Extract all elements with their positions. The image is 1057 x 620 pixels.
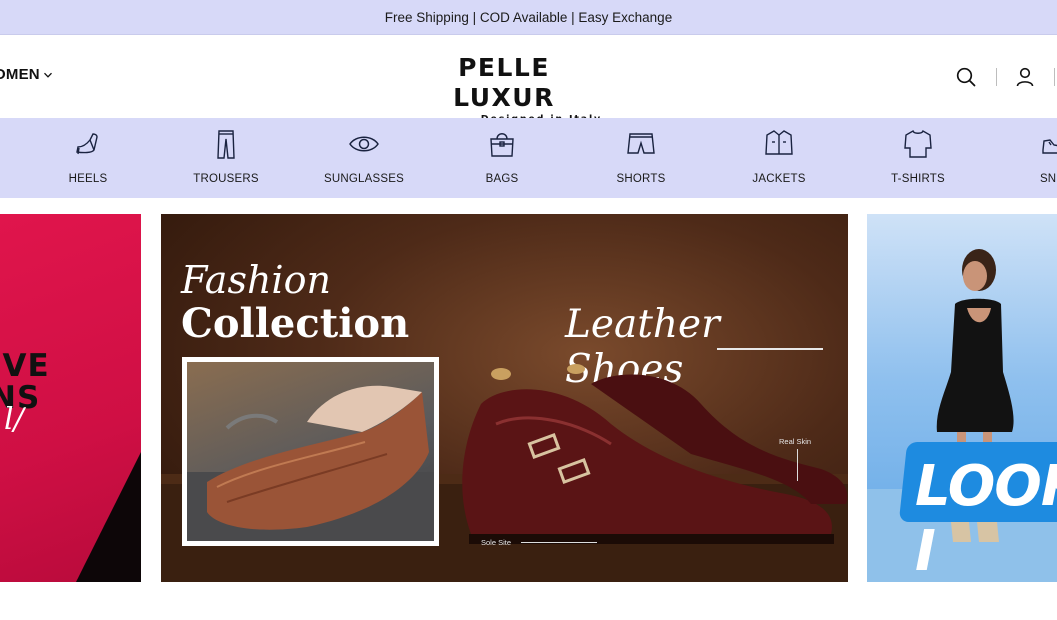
search-icon[interactable]: [955, 66, 977, 88]
category-jackets[interactable]: JACKETS: [719, 118, 839, 198]
header-divider: [996, 68, 997, 86]
banner-left-shadow: [76, 452, 141, 582]
look-badge-text: LOOK I: [915, 454, 1057, 582]
annotation-line-2: [521, 542, 597, 543]
banner-left-line1: IVE: [0, 348, 50, 384]
logo-name: PELLE LUXUR: [453, 53, 555, 112]
heel-icon: [76, 133, 98, 155]
category-label: JACKETS: [752, 173, 806, 185]
woven-loafer-image: [187, 385, 434, 541]
category-strip: HEELS TROUSERS SUNGLASSES BAGS SHORTS JA…: [0, 118, 1057, 198]
bag-icon: [490, 133, 514, 157]
chevron-down-icon: [43, 72, 52, 78]
site-header: OMEN PELLE LUXUR Designed in Italy: [0, 35, 1057, 125]
category-shorts[interactable]: SHORTS: [581, 118, 701, 198]
nav-women-menu[interactable]: OMEN: [0, 66, 53, 83]
category-heels[interactable]: HEELS: [28, 118, 148, 198]
category-label: SHORTS: [616, 173, 666, 185]
category-tshirts[interactable]: T-SHIRTS: [858, 118, 978, 198]
brand-logo[interactable]: PELLE LUXUR Designed in Italy: [406, 53, 602, 125]
banner-title-underline: [717, 348, 823, 350]
sneaker-icon: [1042, 139, 1057, 154]
banner-left-script: l/: [4, 402, 24, 437]
shorts-icon: [627, 133, 655, 154]
banner-right[interactable]: LOOK I: [867, 214, 1057, 582]
trousers-icon: [217, 130, 235, 159]
category-label: SUNGLASSES: [324, 173, 404, 185]
user-icon[interactable]: [1014, 66, 1036, 88]
category-label: BAGS: [485, 173, 519, 185]
announcement-text: Free Shipping | COD Available | Easy Exc…: [384, 9, 673, 25]
banner-inset-photo: [182, 357, 439, 546]
banner-leather-shoes[interactable]: Fashion Collection Leather Shoes Real Sk…: [161, 214, 848, 582]
header-divider-2: [1054, 68, 1055, 86]
category-label: T-SHIRTS: [891, 173, 945, 185]
category-bags[interactable]: BAGS: [442, 118, 562, 198]
tshirt-icon: [904, 129, 932, 158]
annotation-real-skin: Real Skin: [779, 437, 812, 446]
monk-shoes-image: [462, 364, 848, 544]
annotation-line-1: [797, 449, 798, 481]
category-label: TROUSERS: [193, 173, 259, 185]
eye-icon: [349, 136, 379, 152]
banner-left[interactable]: IVE NS l/: [0, 214, 141, 582]
jacket-icon: [765, 130, 793, 155]
category-trousers[interactable]: TROUSERS: [166, 118, 286, 198]
category-label: HEELS: [68, 173, 108, 185]
banner-heading-italic: Fashion: [181, 258, 331, 302]
banner-heading-bold: Collection: [181, 300, 410, 347]
category-sneakers[interactable]: SNEA: [996, 118, 1057, 198]
category-label: SNEA: [1039, 173, 1057, 185]
announcement-bar: Free Shipping | COD Available | Easy Exc…: [0, 0, 1057, 35]
category-sunglasses[interactable]: SUNGLASSES: [304, 118, 424, 198]
annotation-sole-site: Sole Site: [481, 538, 512, 547]
nav-women-label: OMEN: [0, 66, 40, 83]
